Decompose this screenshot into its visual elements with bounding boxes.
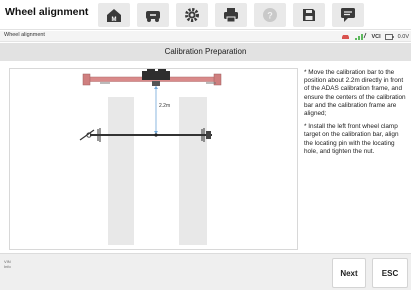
svg-text:?: ? [267, 11, 273, 21]
breadcrumb: Wheel alignment [4, 32, 45, 38]
distance-label: 2.2m [159, 103, 170, 109]
page-header: Calibration Preparation [0, 43, 411, 61]
status-area: VCI 0.0V [341, 32, 409, 41]
message-button[interactable] [332, 3, 364, 27]
save-button[interactable] [293, 3, 325, 27]
help-icon: ? [263, 8, 277, 22]
content-area: 2.2m * Move the calibration bar to the p… [0, 61, 411, 252]
home-icon-label: M [112, 17, 117, 23]
print-button[interactable] [215, 3, 247, 27]
battery-icon [384, 33, 394, 40]
left-rail [108, 97, 134, 245]
calibration-diagram-svg: 2.2m [79, 69, 222, 245]
app-title: Wheel alignment [5, 6, 89, 18]
breadcrumb-bar: Wheel alignment VCI 0.0V [0, 31, 411, 42]
instruction-step-2: * Install the left front wheel clamp tar… [304, 123, 399, 155]
vehicle-info-block: VIN Info [4, 259, 11, 269]
esc-button[interactable]: ESC [372, 258, 408, 288]
help-button[interactable]: ? [254, 3, 286, 27]
settings-gear-icon [185, 8, 199, 22]
vci-label: VCI [371, 33, 381, 40]
instructions-panel: * Move the calibration bar to the positi… [304, 69, 408, 161]
save-icon [303, 9, 315, 21]
home-icon: M [107, 9, 121, 23]
calibration-diagram: 2.2m [9, 68, 298, 250]
message-icon [341, 8, 355, 22]
vehicle-swap-button[interactable] [137, 3, 169, 27]
battery-voltage: 0.0V [397, 33, 409, 40]
bottom-bar: VIN Info Next ESC [0, 253, 411, 290]
distance-arrow-top [154, 86, 158, 89]
home-button[interactable]: M [98, 3, 130, 27]
info-label: Info [4, 264, 11, 269]
page-title: Calibration Preparation [164, 47, 247, 56]
adas-calibration-frame [82, 69, 222, 86]
car-connection-icon [341, 35, 349, 39]
vehicle-swap-icon [146, 11, 160, 22]
right-rail [179, 97, 207, 245]
top-toolbar: Wheel alignment M ? [0, 0, 411, 30]
settings-button[interactable] [176, 3, 208, 27]
wifi-signal-icon [354, 32, 366, 40]
instruction-step-1: * Move the calibration bar to the positi… [304, 69, 406, 118]
print-icon [224, 8, 238, 23]
next-button[interactable]: Next [332, 258, 366, 288]
